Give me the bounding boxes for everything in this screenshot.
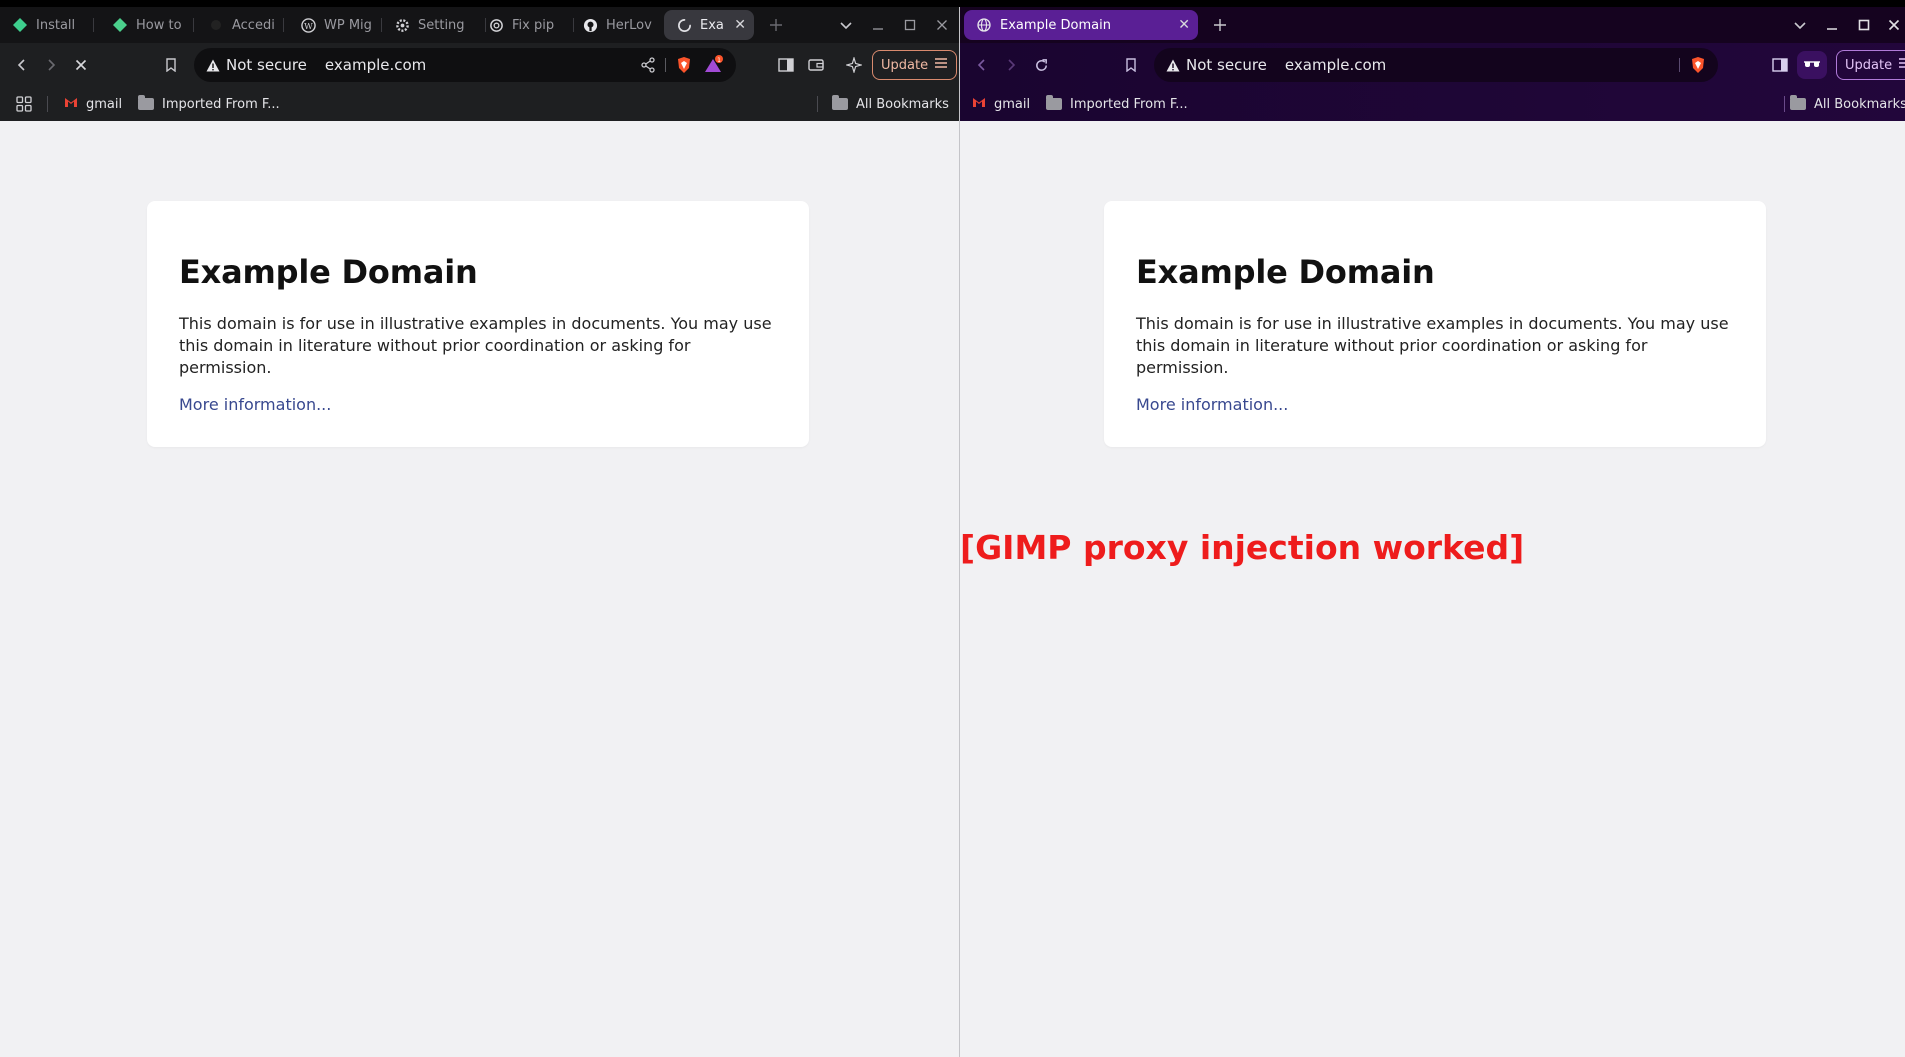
content-card: Example Domain This domain is for use in… <box>147 201 809 447</box>
bookmark-all-bookmarks[interactable]: All Bookmarks <box>1790 94 1905 114</box>
app-icon <box>208 17 224 33</box>
page-viewport: Example Domain This domain is for use in… <box>960 121 1905 1057</box>
tab-list-chevron-icon[interactable] <box>1786 11 1814 39</box>
gear-icon <box>394 17 410 33</box>
address-bar[interactable]: Not secure example.com 1 <box>194 48 736 82</box>
warning-icon[interactable] <box>1166 59 1180 72</box>
tab-strip: Install How to Accedi W WP Mig Setting F… <box>0 7 959 43</box>
svg-text:W: W <box>304 20 313 30</box>
reload-icon[interactable] <box>1027 51 1055 79</box>
tab-strip: Example Domain ✕ <box>960 7 1905 43</box>
wordpress-icon: W <box>300 17 316 33</box>
forward-icon[interactable] <box>997 51 1025 79</box>
security-label[interactable]: Not secure <box>226 56 307 74</box>
brave-shields-icon[interactable] <box>1690 56 1706 78</box>
bookmark-gmail[interactable]: gmail <box>972 94 1030 114</box>
maximize-icon[interactable] <box>896 11 924 39</box>
tab-fix-pip[interactable]: Fix pip <box>488 10 574 40</box>
page-viewport: Example Domain This domain is for use in… <box>0 121 959 1057</box>
browser-chrome: Example Domain ✕ Not secure example.com <box>960 7 1905 121</box>
share-icon[interactable] <box>640 57 656 77</box>
more-information-link[interactable]: More information... <box>179 395 331 414</box>
back-icon[interactable] <box>968 51 996 79</box>
folder-icon <box>1790 95 1806 110</box>
update-button[interactable]: Update <box>1836 50 1905 80</box>
screen-top-edge <box>0 0 1905 7</box>
bookmark-imported-folder[interactable]: Imported From F... <box>1046 94 1188 114</box>
menu-icon <box>934 57 948 73</box>
menu-icon <box>1898 57 1905 73</box>
page-heading: Example Domain <box>179 253 478 291</box>
page-body-text: This domain is for use in illustrative e… <box>1136 314 1729 377</box>
openai-icon <box>488 17 504 33</box>
url-host[interactable]: example.com <box>1285 56 1386 74</box>
bookmark-all-bookmarks[interactable]: All Bookmarks <box>832 94 949 114</box>
address-bar[interactable]: Not secure example.com <box>1154 48 1718 82</box>
url-host[interactable]: example.com <box>325 56 426 74</box>
globe-icon <box>976 17 992 33</box>
new-tab-plus-icon[interactable] <box>1206 11 1234 39</box>
folder-icon <box>832 95 848 110</box>
sidebar-toggle-icon[interactable] <box>1766 51 1794 79</box>
tab-example-loading[interactable]: Exa ✕ <box>664 10 754 40</box>
navigation-toolbar: Not secure example.com Update <box>960 43 1905 87</box>
gmail-icon <box>972 97 986 112</box>
private-mode-glasses-icon[interactable] <box>1797 51 1827 79</box>
maximize-icon[interactable] <box>1850 11 1878 39</box>
app-icon <box>12 17 28 33</box>
window-close-icon[interactable] <box>928 11 956 39</box>
window-close-icon[interactable] <box>1880 11 1905 39</box>
browser-window-normal: Install How to Accedi W WP Mig Setting F… <box>0 7 959 1057</box>
tab-accedi[interactable]: Accedi <box>208 10 284 40</box>
stop-loading-icon[interactable] <box>67 51 95 79</box>
page-body-text: This domain is for use in illustrative e… <box>179 314 772 377</box>
wallet-icon[interactable] <box>802 51 830 79</box>
tab-install[interactable]: Install <box>12 10 94 40</box>
bookmarks-bar: gmail Imported From F... All Bookmarks <box>960 87 1905 121</box>
page-heading: Example Domain <box>1136 253 1435 291</box>
content-card: Example Domain This domain is for use in… <box>1104 201 1766 447</box>
brave-shields-icon[interactable] <box>676 56 692 78</box>
bookmark-icon[interactable] <box>1117 51 1145 79</box>
bookmark-imported-folder[interactable]: Imported From F... <box>138 94 280 114</box>
update-button[interactable]: Update <box>872 50 958 80</box>
loading-icon <box>676 17 692 33</box>
back-icon[interactable] <box>8 51 36 79</box>
tab-close-icon[interactable]: ✕ <box>734 17 746 33</box>
minimize-icon[interactable] <box>1818 11 1846 39</box>
injected-overlay-text: [GIMP proxy injection worked] <box>960 528 1525 567</box>
security-label[interactable]: Not secure <box>1186 56 1267 74</box>
navigation-toolbar: Not secure example.com 1 Update <box>0 43 959 87</box>
forward-icon[interactable] <box>37 51 65 79</box>
gmail-icon <box>64 97 78 112</box>
folder-icon <box>138 95 154 110</box>
tab-close-icon[interactable]: ✕ <box>1178 17 1190 33</box>
tab-settings[interactable]: Setting <box>394 10 486 40</box>
browser-chrome: Install How to Accedi W WP Mig Setting F… <box>0 7 959 121</box>
more-information-link[interactable]: More information... <box>1136 395 1288 414</box>
new-tab-plus-icon[interactable] <box>762 11 790 39</box>
warning-icon[interactable] <box>206 59 220 72</box>
tab-wp-mig[interactable]: W WP Mig <box>300 10 382 40</box>
svg-text:1: 1 <box>717 57 721 64</box>
app-icon <box>112 17 128 33</box>
tab-example-domain[interactable]: Example Domain ✕ <box>964 10 1198 40</box>
bookmark-icon[interactable] <box>157 51 185 79</box>
bookmarks-bar: gmail Imported From F... All Bookmarks <box>0 87 959 121</box>
apps-grid-icon[interactable] <box>16 94 32 114</box>
tab-how-to[interactable]: How to <box>112 10 194 40</box>
brave-rewards-icon[interactable]: 1 <box>704 55 724 79</box>
tab-github[interactable]: HerLov <box>582 10 660 40</box>
github-icon <box>582 17 598 33</box>
bookmark-gmail[interactable]: gmail <box>64 94 122 114</box>
minimize-icon[interactable] <box>864 11 892 39</box>
tab-list-chevron-icon[interactable] <box>832 11 860 39</box>
leo-ai-icon[interactable] <box>840 51 868 79</box>
folder-icon <box>1046 95 1062 110</box>
sidebar-toggle-icon[interactable] <box>772 51 800 79</box>
